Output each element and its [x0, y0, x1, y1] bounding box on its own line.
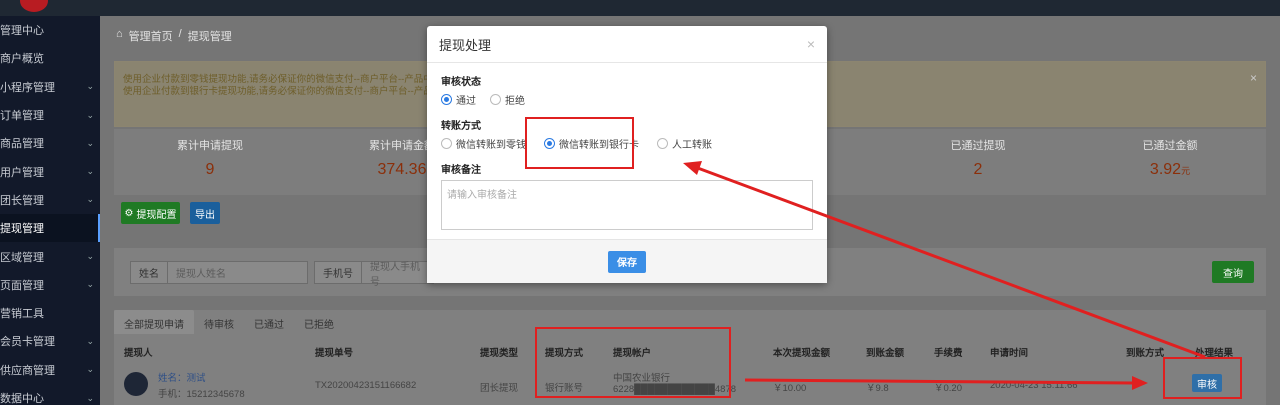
annotation-arrows [683, 161, 1206, 390]
arrow-head [683, 161, 702, 175]
arrow-line [694, 165, 1206, 359]
arrow-line [744, 378, 1134, 385]
arrow-head [1132, 376, 1148, 390]
